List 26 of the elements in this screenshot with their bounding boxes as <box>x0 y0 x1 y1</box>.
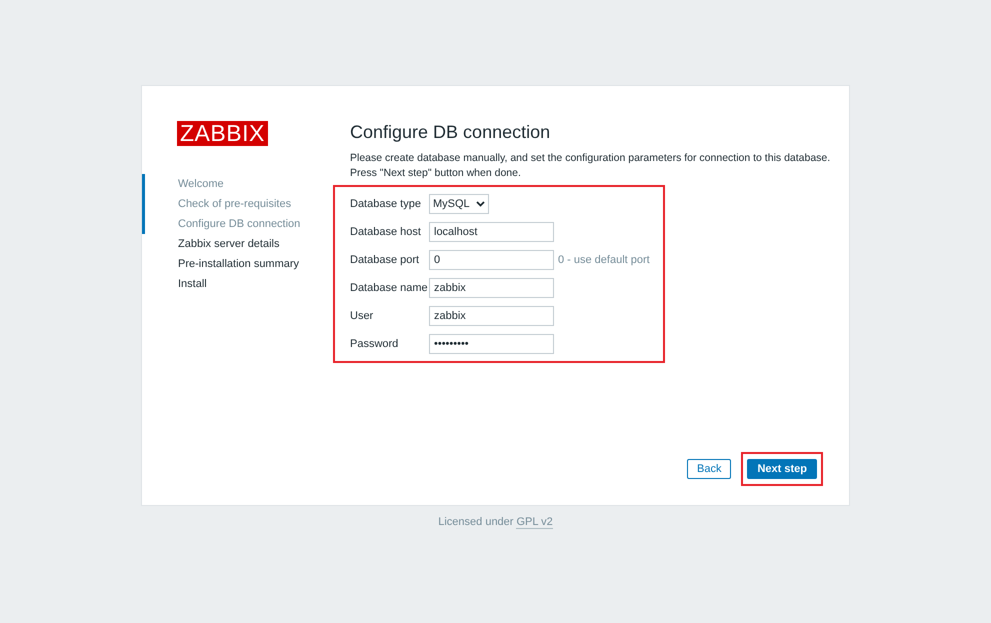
field-hint: 0 - use default port <box>558 254 650 266</box>
step-item: Install <box>177 277 208 292</box>
field-label: Database port <box>350 254 420 266</box>
page-heading: Configure DB connection <box>350 122 552 143</box>
step-item: Configure DB connection <box>142 214 350 234</box>
input-field[interactable]: ••••••••• <box>429 334 554 354</box>
field-label: Password <box>350 338 400 350</box>
input-field[interactable]: localhost <box>429 222 554 242</box>
select-field[interactable]: MySQL <box>429 194 489 214</box>
step-item: Zabbix server details <box>177 237 280 252</box>
field-label: Database name <box>350 282 429 294</box>
input-field[interactable]: 0 <box>429 250 554 270</box>
next-button[interactable]: Next step <box>747 459 817 479</box>
field-label: User <box>350 310 374 322</box>
step-item: Pre-installation summary <box>177 257 300 272</box>
back-button[interactable]: Back <box>687 459 732 479</box>
step-item: Check of pre-requisites <box>142 194 350 214</box>
intro-text: Please create database manually, and set the configuration parameters for connection to this database. Press "Next step" button when done. <box>350 151 832 181</box>
logo: ZABBIX <box>177 121 268 146</box>
field-label: Database type <box>350 198 422 210</box>
input-field[interactable]: zabbix <box>429 278 554 298</box>
chevron-down-icon <box>476 201 485 207</box>
license-text: Licensed under <box>438 516 514 529</box>
step-item: Welcome <box>142 174 350 194</box>
input-field[interactable]: zabbix <box>429 306 554 326</box>
field-label: Database host <box>350 226 422 238</box>
